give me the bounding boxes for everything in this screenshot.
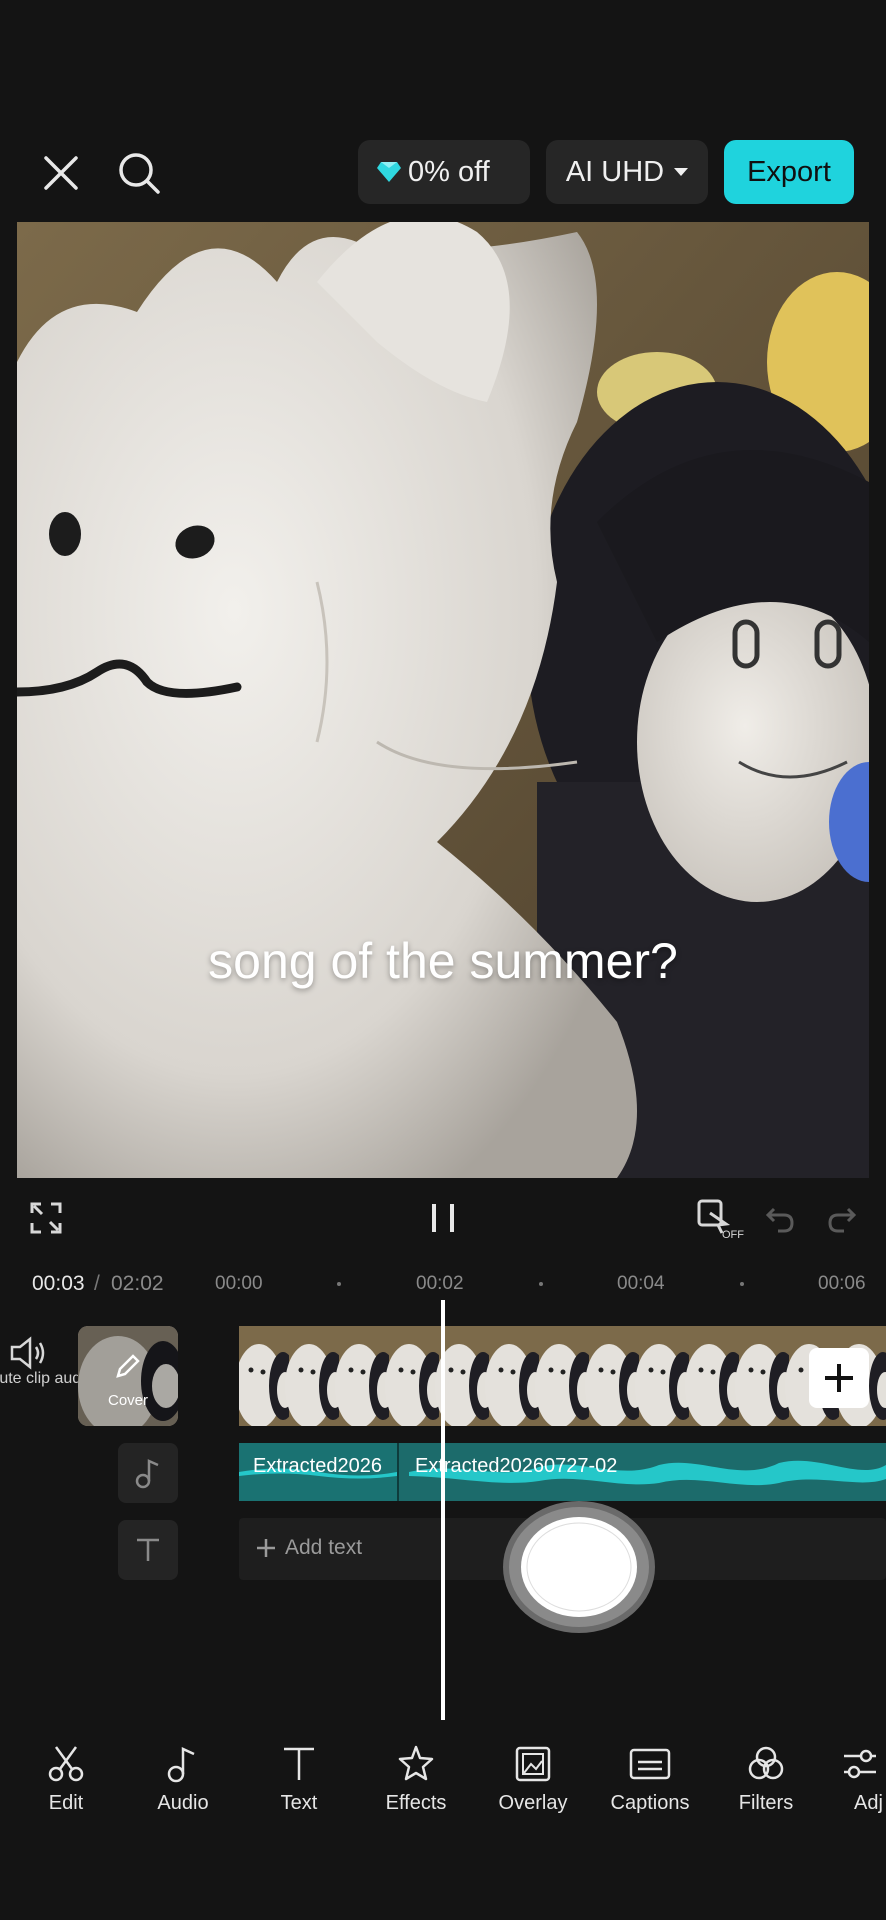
video-clip-track[interactable] [239,1326,886,1426]
effects-star-icon [398,1745,434,1781]
filters-icon [748,1746,784,1780]
pause-icon[interactable] [428,1202,460,1234]
toolbar-label: Captions [610,1792,690,1814]
plus-icon [257,1539,275,1557]
adjust-icon [844,1749,876,1779]
scissors-icon [48,1746,84,1782]
export-button[interactable]: Export [724,140,854,204]
audio-clip-label: Extracted20260727-02 [415,1455,618,1477]
toolbar-label: Text [280,1792,318,1814]
preview-frame-image [17,222,869,1178]
toolbar-label: Edit [48,1792,84,1814]
total-duration: 02:02 [111,1272,164,1295]
edit-pencil-icon [116,1354,140,1378]
audio-track-button[interactable] [118,1443,178,1503]
diamond-icon [377,162,401,182]
promo-discount-button[interactable]: 0% off [358,140,530,204]
tick-label: 00:02 [416,1273,464,1294]
cover-button[interactable]: Cover [78,1326,178,1426]
tick-label: 00:00 [215,1273,263,1294]
overlay-icon [515,1746,551,1782]
search-icon[interactable] [116,150,162,196]
toolbar-label: Effects [385,1792,447,1814]
redo-icon[interactable] [826,1205,858,1233]
toolbar-label: Audio [157,1792,209,1814]
toolbar-edit[interactable]: Edit [11,1744,121,1815]
tick-label: 00:06 [818,1273,866,1294]
fullscreen-icon[interactable] [28,1200,64,1236]
music-note-icon [135,1459,159,1489]
tick-dot [539,1282,543,1286]
toolbar-audio[interactable]: Audio [128,1744,238,1815]
audio-track[interactable]: Extracted2026 Extracted20260727-02 [239,1443,886,1501]
current-time: 00:03 [32,1272,85,1295]
caption-overlay[interactable]: song of the summer? [17,932,869,990]
promo-label: 0% off [408,155,490,188]
time-separator: / [94,1272,100,1295]
text-icon [137,1538,159,1561]
clip-frames [239,1326,886,1426]
close-icon[interactable] [38,150,84,196]
toolbar-adjust[interactable]: Adj [828,1744,886,1815]
video-preview[interactable]: song of the summer? [17,222,869,1178]
tick-dot [740,1282,744,1286]
toolbar-captions[interactable]: Captions [595,1744,705,1815]
text-icon [284,1747,314,1780]
toolbar-text[interactable]: Text [244,1744,354,1815]
add-clip-button[interactable] [809,1348,869,1408]
toolbar-overlay[interactable]: Overlay [478,1744,588,1815]
record-button[interactable] [502,1500,656,1634]
audio-clip-label: Extracted2026 [253,1455,382,1477]
mute-clip-audio-label: Mute clip audio [0,1370,94,1387]
add-text-button[interactable]: Add text [255,1536,362,1560]
quality-label: AI UHD [565,155,665,188]
tick-label: 00:04 [617,1273,665,1294]
mute-clip-audio-button[interactable]: Mute clip audio [0,1336,94,1388]
toolbar-label: Overlay [498,1792,568,1814]
toolbar-effects[interactable]: Effects [361,1744,471,1815]
toolbar-label: Adj [854,1792,883,1814]
text-track-button[interactable] [118,1520,178,1580]
svg-text:OFF: OFF [722,1229,744,1240]
quality-dropdown[interactable]: AI UHD [546,140,708,204]
keyframe-off-icon[interactable]: OFF [696,1198,744,1240]
undo-icon[interactable] [764,1205,796,1233]
cover-label: Cover [107,1392,148,1409]
captions-icon [629,1748,671,1780]
toolbar-label: Filters [738,1792,794,1814]
music-note-icon [167,1747,195,1783]
tick-dot [337,1282,341,1286]
speaker-icon [10,1336,45,1370]
plus-icon [825,1364,853,1392]
caret-down-icon [674,168,689,176]
toolbar-filters[interactable]: Filters [711,1744,821,1815]
add-text-label: Add text [285,1536,363,1559]
playhead[interactable] [441,1300,445,1720]
